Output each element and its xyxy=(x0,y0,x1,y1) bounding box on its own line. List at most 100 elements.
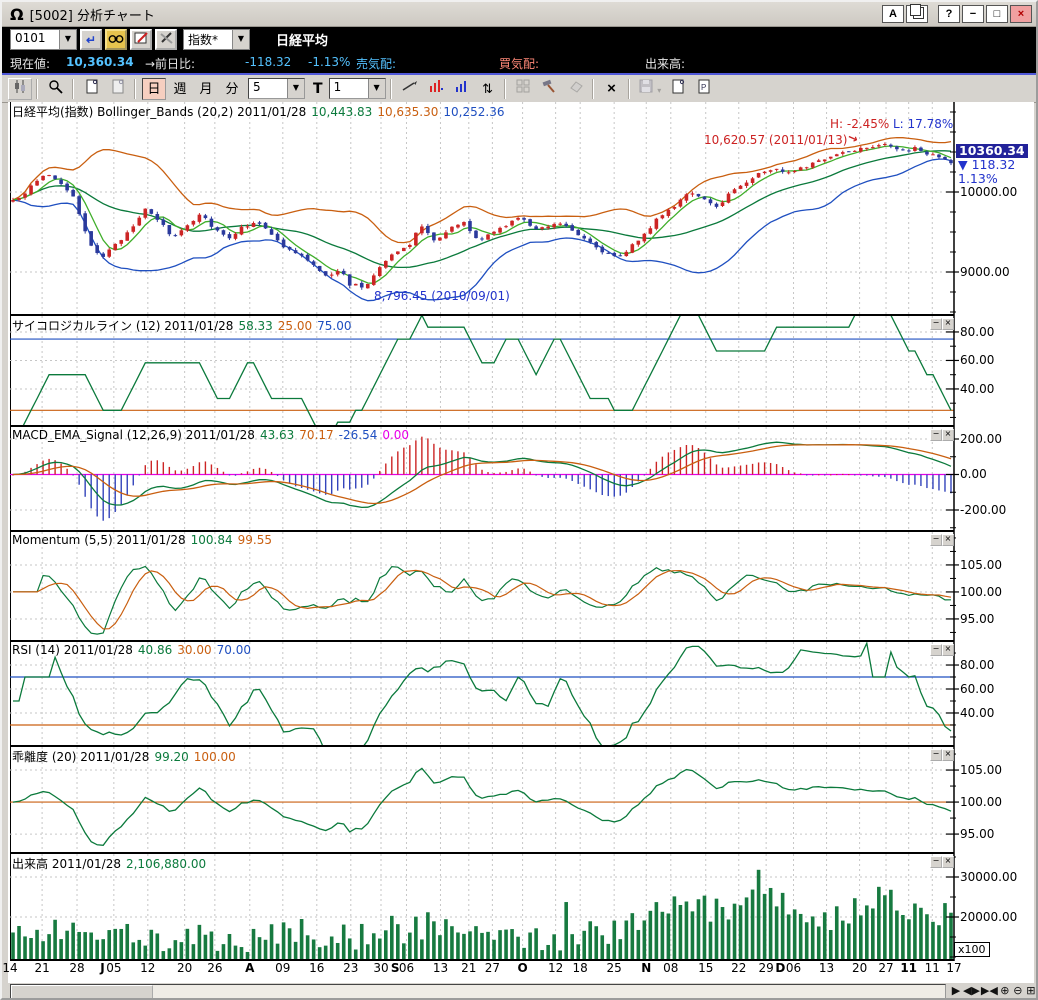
panel-minimize-button[interactable]: − xyxy=(930,749,942,761)
y-axis-label: 95.00 xyxy=(960,827,994,841)
panel-rsi-canvas[interactable] xyxy=(10,642,954,745)
market-type-combo[interactable]: 指数* ▼ xyxy=(183,29,250,50)
panel-minimize-button[interactable]: − xyxy=(930,856,942,868)
panel-dev-header: 乖離度 (20) 2011/01/2899.20100.00 xyxy=(12,748,241,765)
window-titlebar[interactable]: Ω [5002] 分析チャート A ? − □ × xyxy=(2,2,1036,27)
grid-layout-button[interactable] xyxy=(512,78,536,100)
dropdown-icon[interactable]: ▼ xyxy=(368,79,385,98)
y-axis-label: 60.00 xyxy=(960,682,994,696)
expand-spacing-button[interactable]: ◀▶ xyxy=(963,984,980,998)
window-controls: A ? − □ × xyxy=(880,5,1032,23)
x-axis-label: 17 xyxy=(946,961,961,975)
binoculars-icon xyxy=(108,31,124,45)
help-button[interactable]: ? xyxy=(938,5,960,23)
sort-updown-button[interactable]: ⇅ xyxy=(476,78,500,100)
x-axis-label: 18 xyxy=(573,961,588,975)
tick-interval-combo[interactable]: 1 ▼ xyxy=(329,78,386,99)
zoom-tool-button[interactable] xyxy=(44,78,68,100)
y-axis-label: 60.00 xyxy=(960,353,994,367)
restore-page-button[interactable] xyxy=(106,78,130,100)
new-page-button[interactable] xyxy=(80,78,104,100)
chart-nav-controls: ▶◀▶▶◀⊕⊖⊞⊠ xyxy=(949,984,1038,998)
panel-mom-canvas[interactable] xyxy=(10,532,954,640)
dropdown-icon[interactable]: ▼ xyxy=(59,30,76,49)
indicator-blue-button[interactable] xyxy=(450,78,474,100)
toolbar-separator xyxy=(36,79,38,99)
scrollbar-thumb[interactable] xyxy=(11,985,153,999)
search-symbol-button[interactable] xyxy=(105,29,127,50)
panel-minimize-button[interactable]: − xyxy=(930,534,942,546)
x-axis-label: 29 xyxy=(759,961,774,975)
tools-button[interactable] xyxy=(538,78,562,100)
x-axis-label: 20 xyxy=(852,961,867,975)
period-minute-button[interactable]: 分 xyxy=(220,78,244,100)
toolbar-separator xyxy=(592,79,594,99)
memo-edit-button[interactable] xyxy=(130,29,152,50)
y-axis-label: 80.00 xyxy=(960,325,994,339)
dropdown-icon[interactable]: ▼ xyxy=(232,30,249,49)
panel-close-button[interactable]: × xyxy=(942,534,954,546)
indicator-value: 40.86 xyxy=(138,643,172,657)
compress-spacing-button[interactable]: ▶◀ xyxy=(981,984,998,998)
panel-mom-header: Momentum (5,5) 2011/01/28100.8499.55 xyxy=(12,533,277,547)
x-axis-label: 27 xyxy=(485,961,500,975)
pen-line-icon xyxy=(401,79,418,94)
indicator-value: 75.00 xyxy=(317,319,351,333)
x-axis-label: 25 xyxy=(607,961,622,975)
duplicate-window-button[interactable] xyxy=(906,5,928,23)
panel-close-button[interactable]: × xyxy=(942,856,954,868)
dropdown-icon[interactable]: ▼ xyxy=(287,79,304,98)
minimize-button[interactable]: − xyxy=(962,5,984,23)
font-button[interactable]: A xyxy=(882,5,904,23)
panel-minimize-button[interactable]: − xyxy=(930,318,942,330)
toolbar-separator xyxy=(504,79,506,99)
grid-toggle-button[interactable]: ⊞ xyxy=(1025,984,1037,998)
price-tag-pct: 1.13% xyxy=(956,172,1028,186)
save-button[interactable]: ▾ xyxy=(636,78,665,100)
indicator-value: 99.55 xyxy=(238,533,272,547)
panel-close-button[interactable]: × xyxy=(942,318,954,330)
market-type-value: 指数* xyxy=(184,30,232,49)
zoom-in-button[interactable]: ⊕ xyxy=(999,984,1011,998)
panel-minimize-button[interactable]: − xyxy=(930,429,942,441)
period-daily-button[interactable]: 日 xyxy=(142,78,166,100)
panel-close-button[interactable]: × xyxy=(942,429,954,441)
panel-close-button[interactable]: × xyxy=(942,644,954,656)
y-axis-label: 30000.00 xyxy=(960,870,1017,884)
eraser-icon xyxy=(567,79,584,93)
period-monthly-button[interactable]: 月 xyxy=(194,78,218,100)
indicator-value: 25.00 xyxy=(278,319,312,333)
page-property-button[interactable] xyxy=(666,78,690,100)
symbol-code-combo[interactable]: 0101 ▼ xyxy=(10,29,77,50)
hammer-icon xyxy=(541,79,558,94)
period-weekly-button[interactable]: 週 xyxy=(168,78,192,100)
x-axis-label: 15 xyxy=(698,961,713,975)
page-print-button[interactable]: P xyxy=(692,78,716,100)
x-axis-label: D xyxy=(775,961,785,975)
minute-interval-combo[interactable]: 5 ▼ xyxy=(248,78,305,99)
indicator-red-button[interactable] xyxy=(424,78,448,100)
enter-button[interactable]: ↵ xyxy=(80,29,102,50)
panel-minimize-button[interactable]: − xyxy=(930,644,942,656)
candlestick-type-button[interactable] xyxy=(8,78,32,100)
scrollbar-track[interactable] xyxy=(10,984,946,1000)
panel-main-header: 日経平均(指数) Bollinger_Bands (20,2) 2011/01/… xyxy=(12,103,509,120)
scroll-right-button[interactable]: ▶ xyxy=(950,984,962,998)
magnifier-icon xyxy=(48,79,64,94)
delete-all-button[interactable]: × xyxy=(600,78,624,100)
panel-close-button[interactable]: × xyxy=(942,749,954,761)
page-back-icon xyxy=(112,79,125,94)
y-axis-label: 200.00 xyxy=(960,432,1002,446)
y-axis-label: 105.00 xyxy=(960,763,1002,777)
low-change-label: L: 17.78% xyxy=(893,117,953,131)
eraser-button[interactable] xyxy=(564,78,588,100)
maximize-button[interactable]: □ xyxy=(986,5,1008,23)
zoom-out-button[interactable]: ⊖ xyxy=(1012,984,1024,998)
trendline-tool-button[interactable] xyxy=(398,78,422,100)
panel-macd-canvas[interactable] xyxy=(10,427,954,530)
close-button[interactable]: × xyxy=(1010,5,1032,23)
analysis-chart-window: Ω [5002] 分析チャート A ? − □ × 0101 ▼ ↵ 指数* ▼ xyxy=(0,0,1038,1000)
y-axis-label: 100.00 xyxy=(960,795,1002,809)
draw-off-button[interactable] xyxy=(155,29,177,50)
bottom-scrollbar: ▶◀▶▶◀⊕⊖⊞⊠ xyxy=(8,983,1034,1000)
